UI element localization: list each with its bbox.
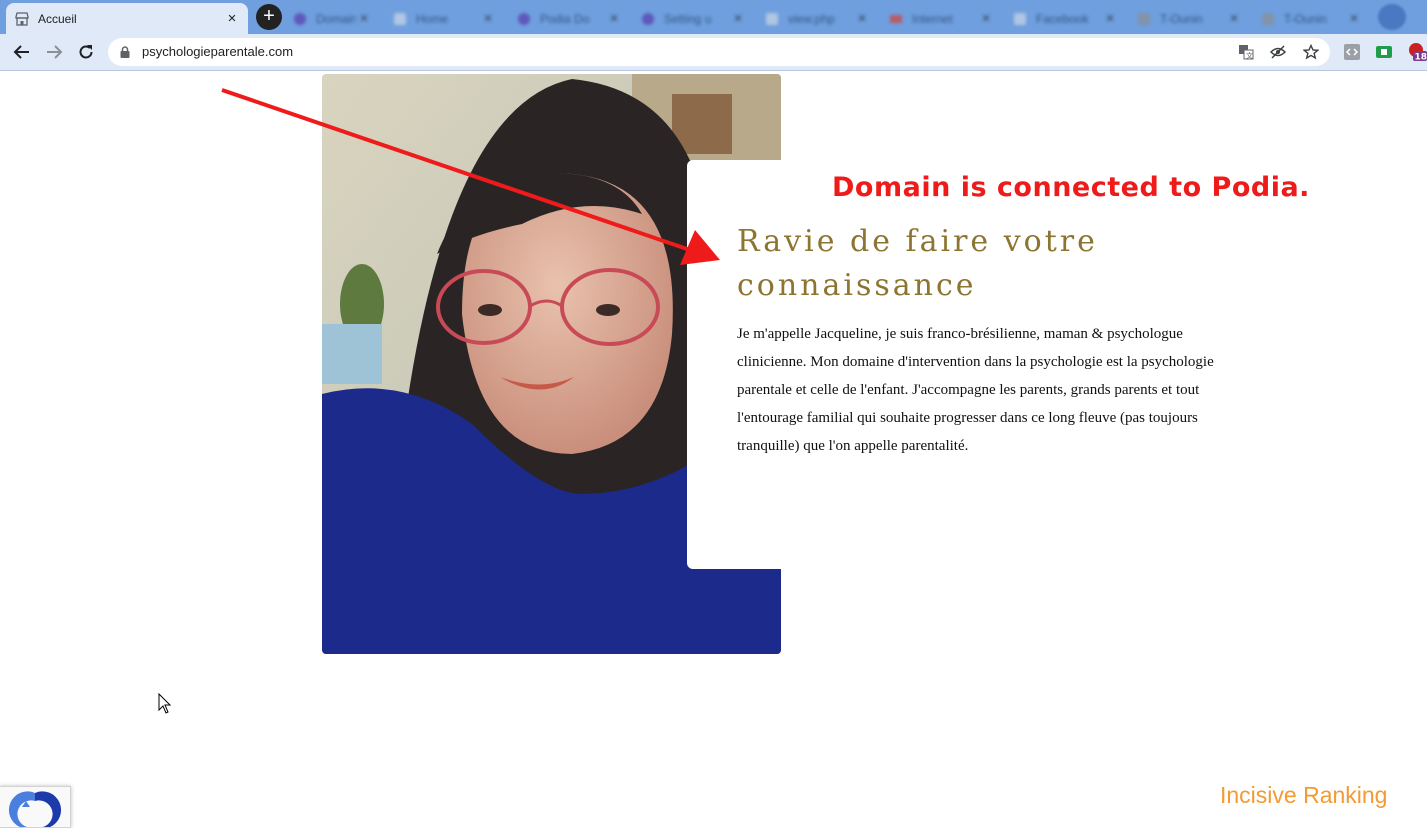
tab-background[interactable]: T-Ounin × [1252, 3, 1370, 34]
tab-close-button[interactable]: × [1346, 11, 1362, 27]
tab-close-button[interactable]: × [730, 11, 746, 27]
podia-icon [640, 11, 656, 27]
tab-close-button[interactable]: × [1102, 11, 1118, 27]
url-text: psychologieparentale.com [142, 44, 293, 59]
tab-strip: Accueil × + Domain M × Home × Podia Do ×… [0, 0, 1427, 34]
arrow-left-icon [13, 43, 31, 61]
red-extension-icon[interactable]: 18 [1408, 44, 1427, 60]
tab-background[interactable]: Internet × [880, 3, 1002, 34]
watermark-text: Incisive Ranking [1220, 782, 1387, 809]
address-bar[interactable]: psychologieparentale.com 文 [108, 38, 1330, 66]
recaptcha-icon [0, 787, 70, 827]
lock-icon [120, 46, 130, 58]
green-extension-icon[interactable] [1376, 44, 1392, 60]
tab-close-button[interactable]: × [480, 11, 496, 27]
extension-badge-count: 18 [1415, 53, 1427, 62]
podia-icon [516, 11, 532, 27]
page-icon [1012, 11, 1028, 27]
page-icon [1136, 11, 1152, 27]
reload-button[interactable] [72, 38, 100, 66]
tab-background[interactable]: view.php × [756, 3, 878, 34]
flag-icon [888, 11, 904, 27]
page-icon [764, 11, 780, 27]
tab-close-button[interactable]: × [606, 11, 622, 27]
back-button[interactable] [8, 38, 36, 66]
page-icon [1260, 11, 1276, 27]
tab-close-button[interactable]: × [1226, 11, 1242, 27]
annotation-text: Domain is connected to Podia. [832, 172, 1310, 203]
tab-background[interactable]: Setting u × [632, 3, 754, 34]
tab-close-button[interactable]: × [854, 11, 870, 27]
bio-paragraph: Je m'appelle Jacqueline, je suis franco-… [737, 320, 1227, 460]
tab-background[interactable]: Home × [384, 3, 504, 34]
tab-title: Accueil [38, 12, 224, 26]
tab-background[interactable]: T-Ounin × [1128, 3, 1250, 34]
podia-icon [292, 11, 308, 27]
forward-button[interactable] [40, 38, 68, 66]
page-icon [392, 11, 408, 27]
eye-slash-icon[interactable] [1270, 44, 1286, 60]
arrow-right-icon [45, 43, 63, 61]
profile-avatar[interactable] [1378, 4, 1406, 30]
tab-background[interactable]: Domain M × [284, 3, 380, 34]
new-tab-button[interactable]: + [256, 4, 282, 30]
tab-close-button[interactable]: × [356, 11, 372, 27]
star-icon[interactable] [1303, 44, 1319, 60]
translate-icon[interactable]: 文 [1238, 44, 1254, 60]
tab-background[interactable]: Facebook × [1004, 3, 1126, 34]
annotation-arrow [210, 80, 740, 280]
code-extension-icon[interactable] [1344, 44, 1360, 60]
mouse-cursor-icon [158, 693, 174, 715]
browser-toolbar: psychologieparentale.com 文 18 [0, 34, 1427, 71]
recaptcha-badge[interactable] [0, 786, 71, 828]
svg-text:文: 文 [1246, 51, 1253, 60]
tab-background[interactable]: Podia Do × [508, 3, 630, 34]
tab-accueil[interactable]: Accueil × [6, 3, 248, 34]
tab-close-button[interactable]: × [224, 11, 240, 27]
tab-close-button[interactable]: × [978, 11, 994, 27]
section-heading: Ravie de faire votre connaissance [737, 220, 1207, 308]
reload-icon [77, 43, 95, 61]
store-icon [14, 11, 30, 27]
